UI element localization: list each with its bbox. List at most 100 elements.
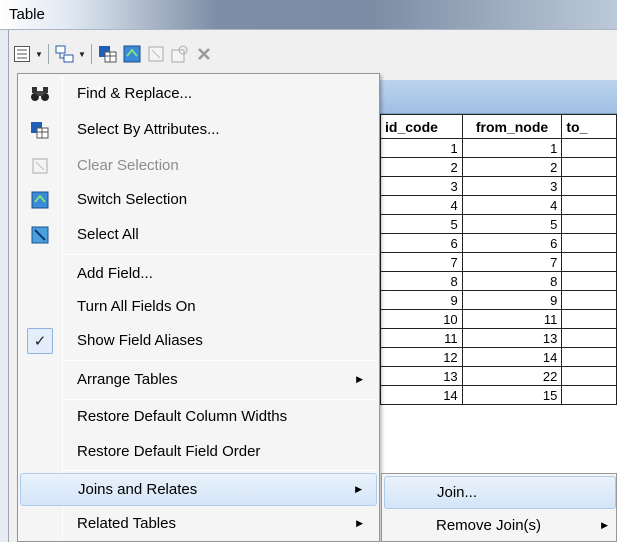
- menu-item-select-by-attributes[interactable]: Select By Attributes...: [20, 113, 377, 146]
- table-row[interactable]: 12 14: [380, 347, 617, 367]
- table-options-icon[interactable]: [10, 42, 34, 66]
- cell[interactable]: 4: [461, 195, 563, 215]
- cell[interactable]: [561, 252, 617, 272]
- cell[interactable]: 9: [461, 290, 563, 310]
- cell[interactable]: 14: [380, 385, 463, 405]
- menu-item-label: Switch Selection: [77, 191, 188, 208]
- related-tables-icon[interactable]: [53, 42, 77, 66]
- table-row[interactable]: 14 15: [380, 385, 617, 405]
- table-row[interactable]: 33: [380, 176, 617, 196]
- table-tab-band: [380, 80, 617, 114]
- toolbar-separator: [48, 44, 49, 64]
- cell[interactable]: 1: [380, 138, 463, 158]
- cell[interactable]: 13: [461, 328, 563, 348]
- table-row[interactable]: 77: [380, 252, 617, 272]
- table-options-menu: Find & Replace... Select By Attributes..…: [17, 73, 380, 542]
- cell[interactable]: 8: [461, 271, 563, 291]
- title-bar: Table: [0, 0, 617, 30]
- submenu-item-join[interactable]: Join...: [384, 476, 616, 509]
- menu-item-label: Restore Default Column Widths: [77, 408, 288, 425]
- menu-item-arrange-tables[interactable]: Arrange Tables ▶: [20, 363, 377, 396]
- cell[interactable]: 2: [380, 157, 463, 177]
- table-row[interactable]: 88: [380, 271, 617, 291]
- cell[interactable]: 22: [461, 366, 563, 386]
- menu-item-joins-and-relates[interactable]: Joins and Relates ▶: [20, 473, 377, 506]
- cell[interactable]: 6: [380, 233, 463, 253]
- cell[interactable]: [561, 195, 617, 215]
- table-row[interactable]: 11 13: [380, 328, 617, 348]
- menu-item-label: Related Tables: [77, 515, 176, 532]
- menu-icon-slot: ✓: [20, 324, 60, 357]
- menu-icon-slot: [20, 363, 60, 396]
- cell[interactable]: 10: [380, 309, 463, 329]
- cell[interactable]: 12: [380, 347, 463, 367]
- menu-item-related-tables[interactable]: Related Tables ▶: [20, 507, 377, 540]
- table-options-dropdown-icon[interactable]: ▼: [34, 42, 44, 66]
- submenu-item-label: Remove Join(s): [436, 517, 542, 534]
- cell[interactable]: [561, 347, 617, 367]
- switch-selection-icon[interactable]: [120, 42, 144, 66]
- cell[interactable]: 5: [461, 214, 563, 234]
- cell[interactable]: [561, 328, 617, 348]
- cell[interactable]: [561, 309, 617, 329]
- table-row[interactable]: 55: [380, 214, 617, 234]
- cell[interactable]: 9: [380, 290, 463, 310]
- cell[interactable]: 1: [461, 138, 563, 158]
- menu-item-restore-default-column-widths[interactable]: Restore Default Column Widths: [20, 400, 377, 433]
- cell[interactable]: 7: [461, 252, 563, 272]
- cell[interactable]: 3: [461, 176, 563, 196]
- cell[interactable]: [561, 176, 617, 196]
- table-row[interactable]: 10 11: [380, 309, 617, 329]
- cell[interactable]: [561, 233, 617, 253]
- menu-icon-slot: [20, 257, 60, 290]
- cell[interactable]: 6: [461, 233, 563, 253]
- menu-item-restore-default-field-order[interactable]: Restore Default Field Order: [20, 435, 377, 468]
- submenu-item-remove-joins[interactable]: Remove Join(s) ▶: [384, 509, 616, 542]
- cell[interactable]: [561, 366, 617, 386]
- related-tables-dropdown-icon[interactable]: ▼: [77, 42, 87, 66]
- table-row[interactable]: 44: [380, 195, 617, 215]
- menu-item-show-field-aliases[interactable]: ✓ Show Field Aliases: [20, 324, 377, 357]
- checkmark-icon: ✓: [27, 327, 53, 354]
- cell[interactable]: [561, 385, 617, 405]
- cell[interactable]: [561, 138, 617, 158]
- cell[interactable]: 4: [380, 195, 463, 215]
- menu-item-find-replace[interactable]: Find & Replace...: [20, 77, 377, 110]
- cell[interactable]: 15: [461, 385, 563, 405]
- cell[interactable]: 11: [461, 309, 563, 329]
- cell[interactable]: [561, 214, 617, 234]
- cell[interactable]: [561, 157, 617, 177]
- cell[interactable]: 5: [380, 214, 463, 234]
- cell[interactable]: 7: [380, 252, 463, 272]
- column-header-from-node[interactable]: from_node: [461, 114, 563, 139]
- select-all-icon: [20, 218, 60, 251]
- cell[interactable]: 13: [380, 366, 463, 386]
- cell[interactable]: 11: [380, 328, 463, 348]
- submenu-arrow-icon: ▶: [601, 520, 608, 530]
- menu-item-select-all[interactable]: Select All: [20, 218, 377, 251]
- table-toolbar: ▼ ▼: [10, 38, 610, 70]
- menu-icon-slot: [21, 473, 61, 506]
- column-header-id-code[interactable]: id_code: [380, 114, 463, 139]
- cell[interactable]: 2: [461, 157, 563, 177]
- column-header-to[interactable]: to_: [561, 114, 617, 139]
- cell[interactable]: 3: [380, 176, 463, 196]
- menu-item-label: Clear Selection: [77, 157, 179, 174]
- zoom-to-selected-icon: [168, 42, 192, 66]
- attribute-grid: id_code from_node to_ 11 22 33 44 55 66 …: [380, 114, 617, 405]
- menu-item-label: Find & Replace...: [77, 85, 193, 102]
- cell[interactable]: [561, 290, 617, 310]
- table-row[interactable]: 66: [380, 233, 617, 253]
- cell[interactable]: 14: [461, 347, 563, 367]
- cell[interactable]: [561, 271, 617, 291]
- clear-selection-icon: [20, 149, 60, 182]
- menu-item-turn-all-fields-on[interactable]: Turn All Fields On: [20, 290, 377, 323]
- table-row[interactable]: 13 22: [380, 366, 617, 386]
- menu-item-switch-selection[interactable]: Switch Selection: [20, 183, 377, 216]
- menu-item-add-field[interactable]: Add Field...: [20, 257, 377, 290]
- table-row[interactable]: 22: [380, 157, 617, 177]
- table-row[interactable]: 99: [380, 290, 617, 310]
- cell[interactable]: 8: [380, 271, 463, 291]
- select-by-attributes-icon[interactable]: [96, 42, 120, 66]
- table-row[interactable]: 11: [380, 138, 617, 158]
